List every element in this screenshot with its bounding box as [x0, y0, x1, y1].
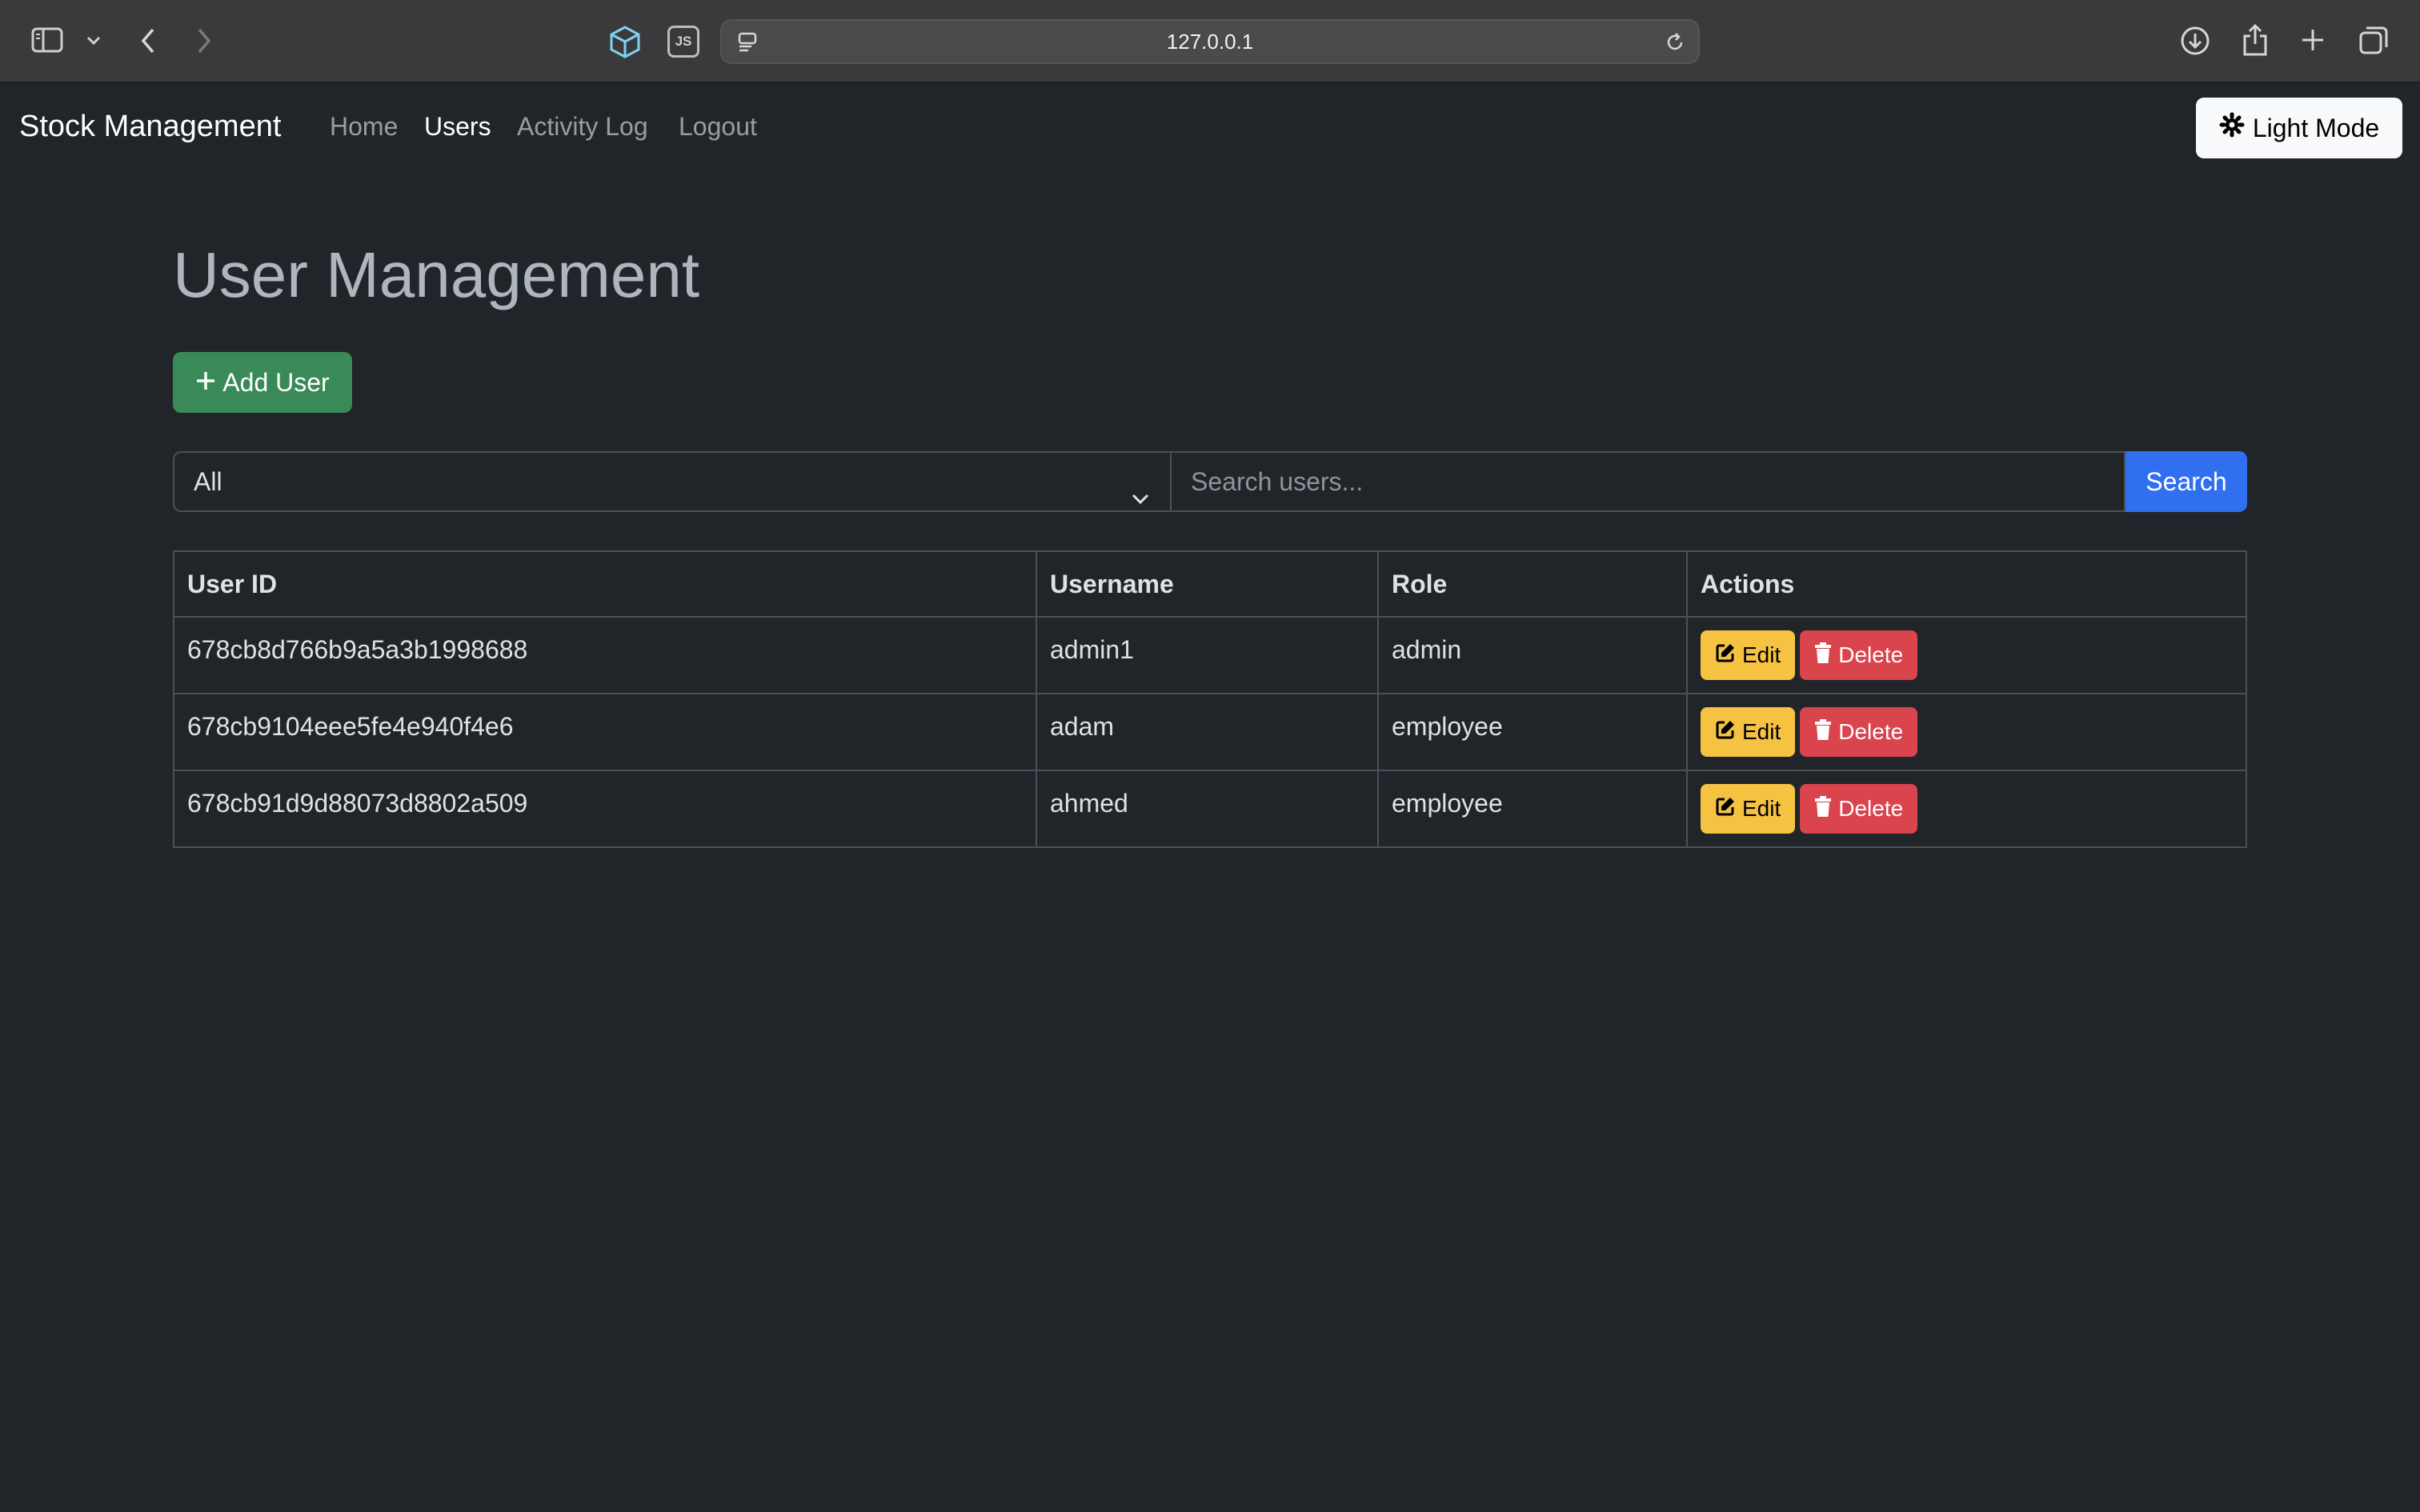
search-form: All Search: [173, 451, 2247, 512]
users-table: User ID Username Role Actions 678cb8d766…: [173, 550, 2247, 848]
new-tab-icon[interactable]: [2298, 26, 2327, 54]
role-cell: employee: [1377, 693, 1688, 771]
search-input[interactable]: [1170, 451, 2126, 512]
reload-icon[interactable]: [1663, 30, 1687, 54]
column-header-role: Role: [1377, 550, 1688, 618]
table-header-row: User ID Username Role Actions: [173, 550, 2247, 618]
username-cell: ahmed: [1036, 770, 1379, 848]
delete-button[interactable]: Delete: [1800, 707, 1918, 757]
add-user-label: Add User: [222, 367, 330, 397]
username-cell: admin1: [1036, 616, 1379, 694]
delete-button[interactable]: Delete: [1800, 630, 1918, 680]
sidebar-toggle-icon[interactable]: [30, 26, 64, 54]
role-filter-select[interactable]: All: [173, 451, 1170, 512]
table-row: 678cb91d9d88073d8802a509 ahmed employee …: [173, 770, 2247, 848]
chevron-down-icon[interactable]: [83, 32, 104, 50]
theme-toggle-button[interactable]: Light Mode: [2196, 98, 2402, 158]
nav-link-logout[interactable]: Logout: [679, 109, 757, 144]
address-bar[interactable]: 127.0.0.1: [720, 19, 1700, 64]
chevron-down-icon: [1130, 472, 1151, 530]
share-icon[interactable]: [2239, 22, 2271, 58]
plus-icon: [195, 368, 216, 398]
theme-toggle-label: Light Mode: [2252, 113, 2380, 142]
back-icon[interactable]: [136, 26, 160, 56]
edit-label: Edit: [1742, 642, 1781, 667]
column-header-actions: Actions: [1686, 550, 2247, 618]
nav-link-users[interactable]: Users: [424, 109, 491, 144]
edit-label: Edit: [1742, 719, 1781, 744]
downloads-icon[interactable]: [2178, 24, 2212, 58]
role-filter-value: All: [194, 467, 222, 496]
forward-icon[interactable]: [192, 26, 216, 56]
role-cell: employee: [1377, 770, 1688, 848]
browser-toolbar: JS 127.0.0.1: [0, 0, 2420, 83]
sun-gear-icon: [2219, 112, 2245, 144]
edit-button[interactable]: Edit: [1701, 707, 1796, 757]
username-cell: adam: [1036, 693, 1379, 771]
js-extension-icon[interactable]: JS: [667, 26, 699, 58]
edit-button[interactable]: Edit: [1701, 630, 1796, 680]
js-badge-label: JS: [675, 34, 692, 49]
app-navbar: Stock Management Home Users Activity Log…: [0, 85, 2420, 171]
table-row: 678cb8d766b9a5a3b1998688 admin1 admin Ed…: [173, 616, 2247, 694]
trash-icon: [1814, 642, 1832, 669]
user-id-cell: 678cb8d766b9a5a3b1998688: [173, 616, 1037, 694]
delete-label: Delete: [1838, 642, 1904, 667]
url-text[interactable]: 127.0.0.1: [722, 21, 1698, 62]
nav-link-activity-log[interactable]: Activity Log: [517, 109, 648, 144]
edit-icon: [1715, 642, 1736, 669]
edit-label: Edit: [1742, 796, 1781, 821]
trash-icon: [1814, 718, 1832, 746]
actions-cell: Edit Delete: [1686, 770, 2247, 848]
edit-button[interactable]: Edit: [1701, 784, 1796, 834]
role-cell: admin: [1377, 616, 1688, 694]
actions-cell: Edit Delete: [1686, 693, 2247, 771]
user-id-cell: 678cb91d9d88073d8802a509: [173, 770, 1037, 848]
extension-cube-icon[interactable]: [608, 24, 642, 59]
delete-button[interactable]: Delete: [1800, 784, 1918, 834]
trash-icon: [1814, 795, 1832, 822]
delete-label: Delete: [1838, 719, 1904, 744]
nav-link-home[interactable]: Home: [330, 109, 398, 144]
navbar-brand[interactable]: Stock Management: [19, 107, 281, 146]
edit-icon: [1715, 719, 1736, 746]
tab-overview-icon[interactable]: [2358, 24, 2390, 56]
add-user-button[interactable]: Add User: [173, 352, 352, 413]
page-title: User Management: [173, 239, 700, 310]
column-header-username: Username: [1036, 550, 1379, 618]
edit-icon: [1715, 796, 1736, 822]
user-id-cell: 678cb9104eee5fe4e940f4e6: [173, 693, 1037, 771]
actions-cell: Edit Delete: [1686, 616, 2247, 694]
column-header-user-id: User ID: [173, 550, 1037, 618]
table-row: 678cb9104eee5fe4e940f4e6 adam employee E…: [173, 693, 2247, 771]
delete-label: Delete: [1838, 796, 1904, 821]
search-button[interactable]: Search: [2126, 451, 2247, 512]
